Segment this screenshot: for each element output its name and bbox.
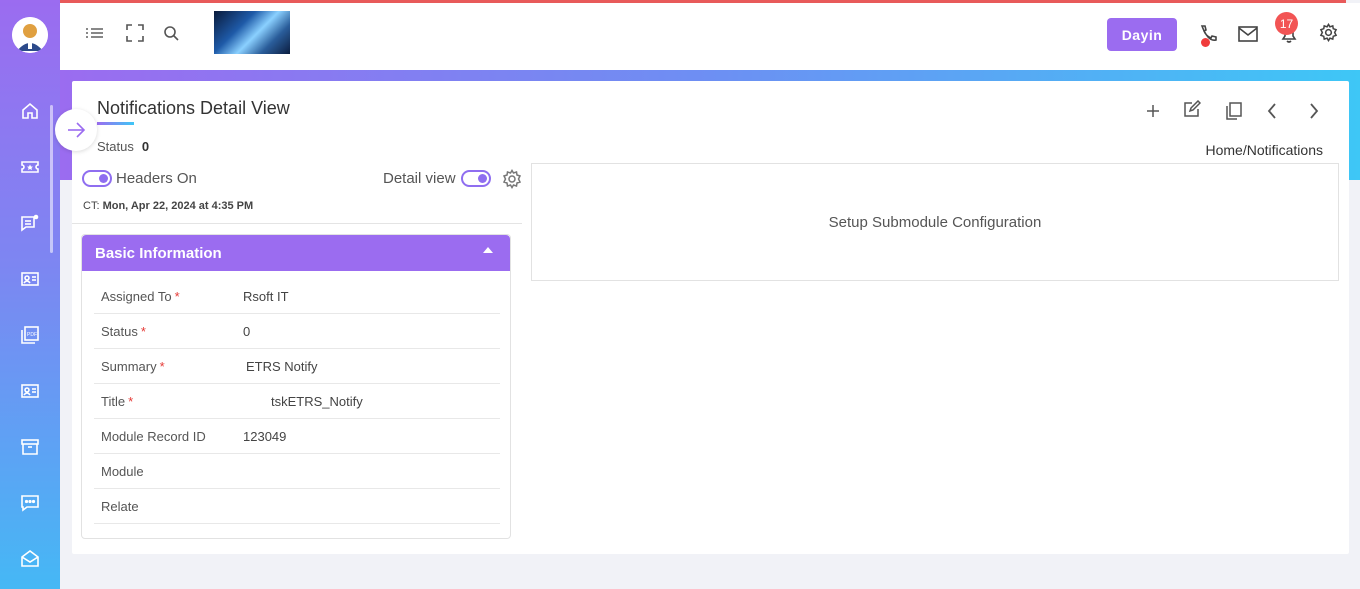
- field-value[interactable]: ETRS Notify: [246, 359, 318, 374]
- gear-icon[interactable]: [1316, 20, 1340, 44]
- basic-information-rows: Assigned To * Rsoft IT Status * 0 Summary *…: [94, 279, 500, 524]
- created-timestamp: CT: Mon, Apr 22, 2024 at 4:35 PM: [83, 200, 253, 212]
- submodule-config-message: Setup Submodule Configuration: [828, 213, 1042, 231]
- dayin-button[interactable]: Dayin: [1107, 18, 1177, 51]
- ct-value: Mon, Apr 22, 2024 at 4:35 PM: [102, 200, 254, 212]
- page-title: Notifications Detail View: [97, 98, 290, 118]
- field-value[interactable]: 0: [243, 324, 250, 339]
- top-header: Dayin 17: [60, 3, 1360, 70]
- field-row-title: Title * tskETRS_Notify: [94, 384, 500, 419]
- field-label: Module: [101, 464, 144, 479]
- field-row-module-record-id: Module Record ID 123049: [94, 419, 500, 454]
- breadcrumb[interactable]: Home/Notifications: [1206, 142, 1324, 158]
- chat-icon[interactable]: [16, 209, 44, 237]
- field-row-status: Status * 0: [94, 314, 500, 349]
- field-label: Summary *: [101, 359, 165, 374]
- field-label: Assigned To *: [101, 289, 180, 304]
- detail-settings-gear-icon[interactable]: [500, 167, 524, 191]
- detail-view-toggle[interactable]: [461, 170, 491, 187]
- field-value[interactable]: 123049: [243, 429, 286, 444]
- field-label: Title *: [101, 394, 134, 409]
- add-icon[interactable]: [1141, 99, 1165, 123]
- basic-information-panel: Basic Information Assigned To * Rsoft IT …: [81, 234, 511, 539]
- notification-count-badge: 17: [1275, 12, 1298, 35]
- status-line: Status 0: [97, 139, 149, 154]
- home-icon[interactable]: [16, 97, 44, 125]
- chevron-right-icon[interactable]: [1302, 99, 1326, 123]
- status-value: 0: [141, 139, 150, 154]
- title-underline: [97, 122, 134, 125]
- field-row-assigned-to: Assigned To * Rsoft IT: [94, 279, 500, 314]
- arrow-right-icon: [68, 122, 86, 138]
- headers-toggle[interactable]: [82, 170, 112, 187]
- basic-information-title: Basic Information: [95, 244, 222, 262]
- field-row-summary: Summary * ETRS Notify: [94, 349, 500, 384]
- mail-open-icon[interactable]: [16, 545, 44, 573]
- edit-icon[interactable]: [1180, 97, 1204, 121]
- field-label: Relate: [101, 499, 139, 514]
- caret-up-icon[interactable]: [483, 247, 493, 253]
- call-status-dot: [1201, 38, 1210, 47]
- brand-logo-image[interactable]: [214, 11, 290, 54]
- submodule-config-box[interactable]: Setup Submodule Configuration: [531, 163, 1339, 281]
- svg-text:PDF: PDF: [27, 332, 37, 338]
- field-label: Status *: [101, 324, 146, 339]
- detail-view-label: Detail view: [383, 170, 456, 187]
- chevron-left-icon[interactable]: [1260, 99, 1284, 123]
- ct-prefix: CT:: [83, 200, 100, 212]
- search-icon[interactable]: [160, 22, 182, 44]
- ticket-icon[interactable]: [16, 153, 44, 181]
- avatar[interactable]: [12, 17, 48, 53]
- field-label: Module Record ID: [101, 429, 206, 444]
- pdf-icon[interactable]: PDF: [16, 321, 44, 349]
- fullscreen-icon[interactable]: [124, 22, 146, 44]
- archive-icon[interactable]: [16, 433, 44, 461]
- copy-icon[interactable]: [1221, 99, 1245, 123]
- id-card-icon[interactable]: [16, 377, 44, 405]
- detail-card: Notifications Detail View Status 0 Home/N…: [72, 81, 1349, 554]
- list-icon[interactable]: [84, 22, 106, 44]
- field-value[interactable]: Rsoft IT: [243, 289, 289, 304]
- expand-sidebar-button[interactable]: [55, 109, 97, 151]
- divider: [72, 223, 522, 224]
- message-icon[interactable]: [16, 489, 44, 517]
- basic-information-header[interactable]: Basic Information: [82, 235, 510, 271]
- field-value[interactable]: tskETRS_Notify: [271, 394, 363, 409]
- status-label: Status: [97, 139, 134, 154]
- field-row-module: Module: [94, 454, 500, 489]
- headers-toggle-label: Headers On: [116, 170, 197, 187]
- field-row-relate: Relate: [94, 489, 500, 524]
- sidebar-scrollbar[interactable]: [50, 105, 53, 253]
- sidebar: PDF: [0, 0, 60, 589]
- mail-icon[interactable]: [1236, 22, 1260, 46]
- contact-card-icon[interactable]: [16, 265, 44, 293]
